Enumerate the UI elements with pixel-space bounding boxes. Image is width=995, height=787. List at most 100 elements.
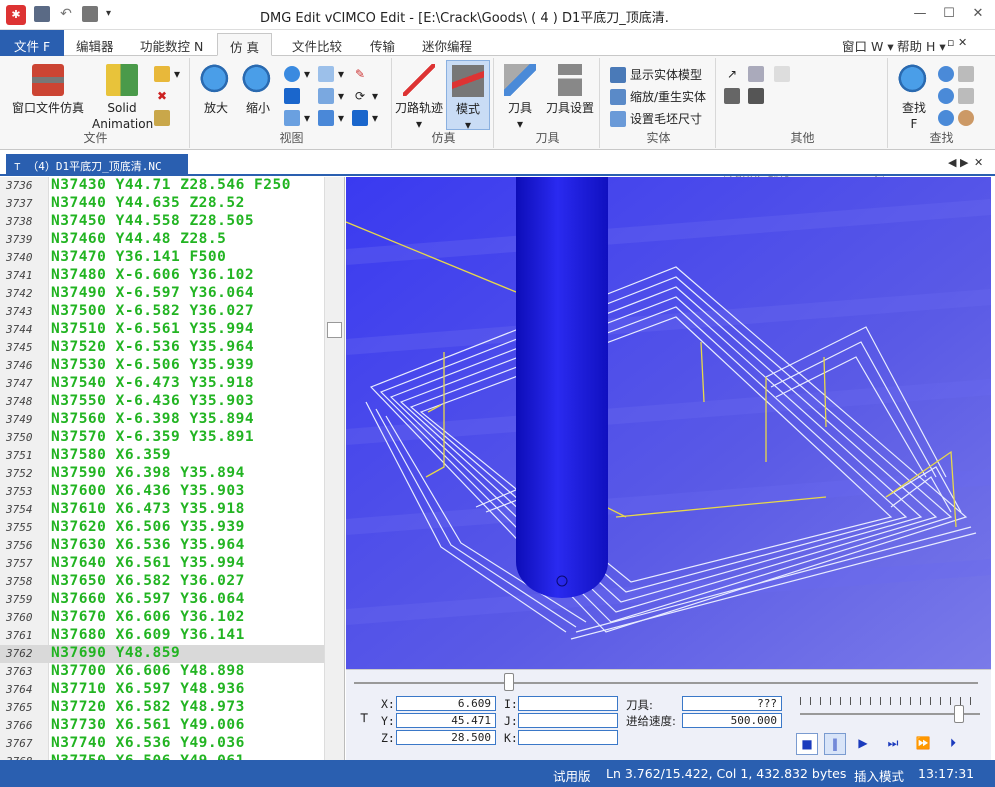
code-line[interactable]: 3754 N37610 X6.473 Y35.918 <box>0 501 325 519</box>
find-btn-1[interactable] <box>938 66 974 82</box>
code-line[interactable]: 3737 N37440 Y44.635 Z28.52 <box>0 195 325 213</box>
view-btn-shade[interactable]: ▾ <box>352 110 378 126</box>
code-line[interactable]: 3739 N37460 Y44.48 Z28.5 <box>0 231 325 249</box>
code-line[interactable]: 3768N37750 X6.506 Y49.061 <box>0 753 325 760</box>
pause-button[interactable]: ‖ <box>824 733 846 755</box>
find-btn-2[interactable] <box>938 88 974 104</box>
view-btn-rotate[interactable]: ⟳ ▾ <box>352 88 378 104</box>
tab-nc-functions[interactable]: 功能数控 N <box>128 33 215 56</box>
small-tool-button-2[interactable]: ✖ <box>154 88 170 104</box>
code-line[interactable]: 3760 N37670 X6.606 Y36.102 <box>0 609 325 627</box>
mdi-controls[interactable]: ▫ ✕ <box>945 33 969 56</box>
code-line[interactable]: 3741 N37480 X-6.606 Y36.102 <box>0 267 325 285</box>
code-line[interactable]: 3752 N37590 X6.398 Y35.894 <box>0 465 325 483</box>
tab-mini-programming[interactable]: 迷你编程 <box>410 33 484 56</box>
code-line[interactable]: 3740 N37470 Y36.141 F500 <box>0 249 325 267</box>
close-button[interactable]: ✕ <box>963 6 993 24</box>
zoom-out-button[interactable]: 缩小 <box>240 64 276 116</box>
code-line[interactable]: 3750 N37570 X-6.359 Y35.891 <box>0 429 325 447</box>
tool-holder-icon: ⊤ <box>360 710 369 726</box>
code-line[interactable]: 3763 N37700 X6.606 Y48.898 <box>0 663 325 681</box>
step-z-button[interactable]: ⏩ <box>912 733 934 755</box>
tab-simulation[interactable]: 仿 真 <box>217 33 272 56</box>
tab-file-compare[interactable]: 文件比较 <box>280 33 354 56</box>
code-line[interactable]: 3745 N37520 X-6.536 Y35.964 <box>0 339 325 357</box>
code-line[interactable]: 3751 N37580 X6.359 <box>0 447 325 465</box>
code-line[interactable]: 3757 N37640 X6.561 Y35.994 <box>0 555 325 573</box>
scrollbar-thumb[interactable] <box>327 322 342 338</box>
code-line[interactable]: 3766 N37730 X6.561 Y49.006 <box>0 717 325 735</box>
window-file-sim-button[interactable]: 窗口文件仿真 <box>8 64 88 116</box>
undo-icon[interactable]: ↶ <box>58 6 74 22</box>
code-line[interactable]: 3762 N37690 Y48.859 <box>0 645 325 663</box>
speed-slider[interactable] <box>800 713 980 715</box>
code-line[interactable]: 3736 N37430 Y44.71 Z28.546 F250 <box>0 177 325 195</box>
print-icon[interactable] <box>82 6 98 22</box>
sim-progress-slider[interactable] <box>354 682 978 684</box>
code-line[interactable]: 3743 N37500 X-6.582 Y36.027 <box>0 303 325 321</box>
view-btn-cube-side[interactable]: ▾ <box>318 88 344 104</box>
tab-file[interactable]: 文件 F <box>0 30 65 56</box>
code-line[interactable]: 3738 N37450 Y44.558 Z28.505 <box>0 213 325 231</box>
small-tool-button-3[interactable] <box>154 110 170 126</box>
code-line[interactable]: 3767 N37740 X6.536 Y49.036 <box>0 735 325 753</box>
save-icon[interactable] <box>34 6 50 22</box>
other-btn-4[interactable] <box>724 88 740 104</box>
step-forward-button[interactable]: ⏭ <box>882 733 904 755</box>
code-line[interactable]: 3753 N37600 X6.436 Y35.903 <box>0 483 325 501</box>
view-btn-cube-iso[interactable]: ▾ <box>284 110 310 126</box>
find-btn-3[interactable] <box>938 110 974 126</box>
nc-editor[interactable]: 3736 N37430 Y44.71 Z28.546 F250 3737 N37440… <box>0 177 345 760</box>
simulation-viewport[interactable] <box>346 177 991 669</box>
ribbon-group-tool: 刀具 ▾ 刀具设置 刀具 <box>496 58 600 148</box>
code-line[interactable]: 3764 N37710 X6.597 Y48.936 <box>0 681 325 699</box>
app-logo-icon[interactable]: ✱ <box>6 5 26 25</box>
tab-editor[interactable]: 编辑器 <box>64 33 126 56</box>
other-btn-2[interactable] <box>748 66 764 82</box>
minimize-button[interactable]: — <box>905 6 935 24</box>
code-line[interactable]: 3758 N37650 X6.582 Y36.027 <box>0 573 325 591</box>
other-btn-1[interactable]: ↗ <box>724 66 740 82</box>
sim-progress-thumb[interactable] <box>504 673 514 691</box>
step-button[interactable]: ▶ <box>852 733 874 755</box>
view-btn-pen[interactable]: ✎ <box>352 66 368 82</box>
code-line[interactable]: 3759 N37660 X6.597 Y36.064 <box>0 591 325 609</box>
stop-button[interactable]: ■ <box>796 733 818 755</box>
find-button[interactable]: 查找 F <box>894 64 934 132</box>
rescale-solid-button[interactable]: 缩放/重生实体 <box>610 88 706 105</box>
solid-animation-button[interactable]: Solid Animation <box>92 64 153 132</box>
toolpath-button[interactable]: 刀路轨迹 ▾ <box>394 64 444 132</box>
tab-transfer[interactable]: 传输 <box>358 33 407 56</box>
stock-size-button[interactable]: 设置毛坯尺寸 <box>610 110 702 127</box>
code-line[interactable]: 3755 N37620 X6.506 Y35.939 <box>0 519 325 537</box>
qat-dropdown-icon[interactable]: ▾ <box>106 6 122 22</box>
view-btn-cube-bottom[interactable]: ▾ <box>318 110 344 126</box>
code-line[interactable]: 3747 N37540 X-6.473 Y35.918 <box>0 375 325 393</box>
document-tab[interactable]: ⊤ （4）D1平底刀_顶底清.NC <box>6 154 188 176</box>
view-btn-cube-front[interactable] <box>284 88 300 104</box>
tab-scroll-left-icon[interactable]: ◀ <box>948 156 956 169</box>
maximize-button[interactable]: ☐ <box>934 6 964 24</box>
code-line[interactable]: 3742 N37490 X-6.597 Y36.064 <box>0 285 325 303</box>
code-line[interactable]: 3749 N37560 X-6.398 Y35.894 <box>0 411 325 429</box>
mode-button[interactable]: 模式 ▾ <box>446 60 490 132</box>
show-solid-button[interactable]: 显示实体模型 <box>610 66 702 83</box>
view-btn-cube-top[interactable]: ▾ <box>318 66 344 82</box>
run-to-end-button[interactable]: ⏵ <box>942 733 964 755</box>
code-line[interactable]: 3765 N37720 X6.582 Y48.973 <box>0 699 325 717</box>
tab-scroll-right-icon[interactable]: ▶ <box>960 156 968 169</box>
code-line[interactable]: 3746 N37530 X-6.506 Y35.939 <box>0 357 325 375</box>
zoom-in-button[interactable]: 放大 <box>198 64 234 116</box>
code-line[interactable]: 3748 N37550 X-6.436 Y35.903 <box>0 393 325 411</box>
tool-button[interactable]: 刀具 ▾ <box>500 64 540 132</box>
other-btn-5[interactable] <box>748 88 764 104</box>
small-tool-button-1[interactable]: ▾ <box>154 66 180 82</box>
code-line[interactable]: 3761 N37680 X6.609 Y36.141 <box>0 627 325 645</box>
speed-slider-thumb[interactable] <box>954 705 964 723</box>
editor-scrollbar[interactable] <box>324 177 344 760</box>
tool-setup-button[interactable]: 刀具设置 <box>542 64 598 116</box>
code-line[interactable]: 3756 N37630 X6.536 Y35.964 <box>0 537 325 555</box>
code-line[interactable]: 3744 N37510 X-6.561 Y35.994 <box>0 321 325 339</box>
view-btn-magnify[interactable]: ▾ <box>284 66 310 82</box>
close-document-icon[interactable]: ✕ <box>974 156 983 169</box>
